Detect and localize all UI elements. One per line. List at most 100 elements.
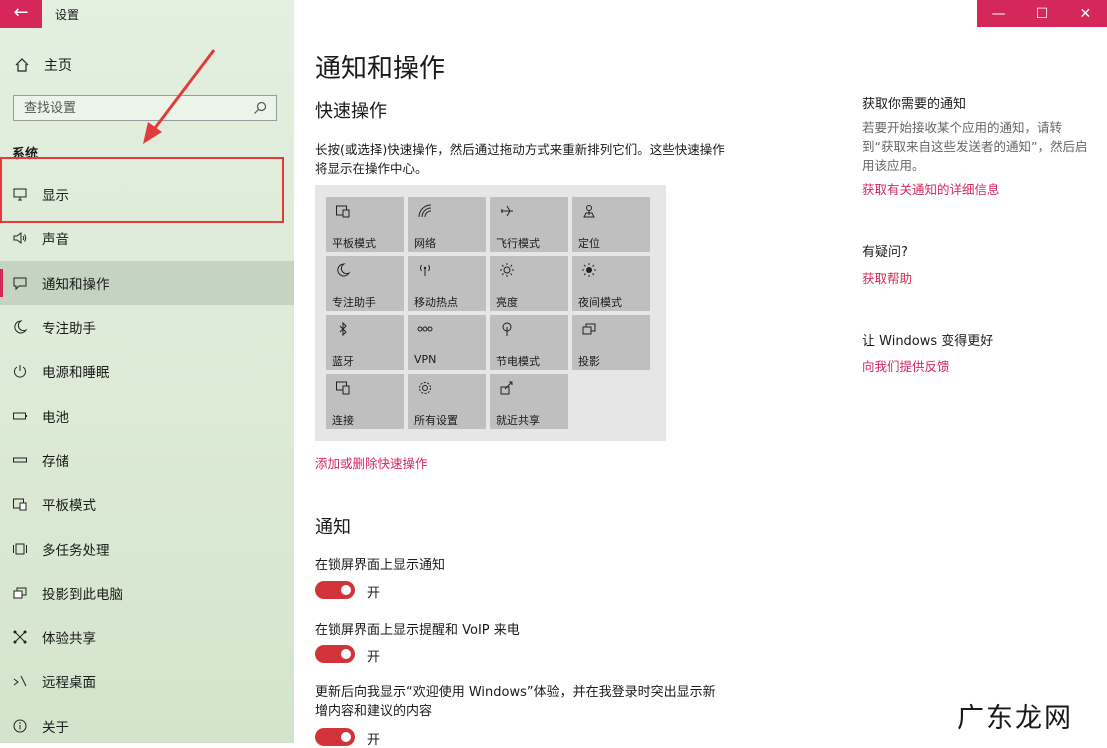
moon-icon <box>12 319 28 335</box>
tile-label: 移动热点 <box>414 296 458 309</box>
tile-label: 所有设置 <box>414 414 458 427</box>
gear-icon <box>419 382 431 394</box>
question-heading: 有疑问? <box>862 245 908 260</box>
lock-screen-notifications-toggle[interactable] <box>315 581 355 599</box>
quick-actions-description: 长按(或选择)快速操作，然后通过拖动方式来重新排列它们。这些快速操作将显示在操作… <box>315 142 725 176</box>
sidebar-item-label: 远程桌面 <box>42 675 96 692</box>
sidebar-item-label: 存储 <box>42 453 69 470</box>
sidebar-item-label: 电源和睡眠 <box>42 365 110 382</box>
sidebar-item-label: 通知和操作 <box>42 276 110 293</box>
hotspot-icon <box>420 264 430 276</box>
project-icon <box>582 323 596 335</box>
tile-label: 夜间模式 <box>578 296 622 309</box>
tablet-icon <box>12 496 28 512</box>
tile-network[interactable]: 网络 <box>408 197 486 252</box>
tile-label: VPN <box>414 353 437 366</box>
share-icon <box>12 629 28 645</box>
tile-project[interactable]: 投影 <box>572 315 650 370</box>
notifications-heading: 通知 <box>315 517 351 538</box>
bluetooth-icon <box>339 321 347 337</box>
tile-focus-assist[interactable]: 专注助手 <box>326 256 404 311</box>
tile-label: 亮度 <box>496 296 518 309</box>
toggle-label: 在锁屏界面上显示通知 <box>315 558 446 573</box>
improve-windows-heading: 让 Windows 变得更好 <box>862 334 994 349</box>
get-notifications-heading: 获取你需要的通知 <box>862 97 967 112</box>
multitask-icon <box>12 541 28 557</box>
sidebar-item-label: 关于 <box>42 719 69 736</box>
sidebar-item-project[interactable]: 投影到此电脑 <box>0 571 294 615</box>
tile-vpn[interactable]: VPN <box>408 315 486 370</box>
notification-icon <box>12 275 28 291</box>
notification-details-link[interactable]: 获取有关通知的详细信息 <box>862 179 1000 198</box>
quick-actions-heading: 快速操作 <box>315 101 387 122</box>
storage-icon <box>12 452 28 468</box>
tile-nearby-sharing[interactable]: 就近共享 <box>490 374 568 429</box>
info-icon <box>12 718 28 734</box>
connect-icon <box>336 381 350 395</box>
tile-label: 定位 <box>578 237 600 250</box>
tile-location[interactable]: 定位 <box>572 197 650 252</box>
get-help-link[interactable]: 获取帮助 <box>862 268 912 287</box>
sidebar-item-power[interactable]: 电源和睡眠 <box>0 349 294 393</box>
night-light-icon <box>582 263 596 277</box>
tile-airplane-mode[interactable]: 飞行模式 <box>490 197 568 252</box>
sidebar-item-battery[interactable]: 电池 <box>0 393 294 437</box>
tile-connect[interactable]: 连接 <box>326 374 404 429</box>
sidebar-item-focus-assist[interactable]: 专注助手 <box>0 305 294 349</box>
toggle-label: 更新后向我显示“欢迎使用 Windows”体验，并在我登录时突出显示新增内容和建… <box>315 685 716 719</box>
tile-brightness[interactable]: 亮度 <box>490 256 568 311</box>
tile-label: 节电模式 <box>496 355 540 368</box>
annotation-box <box>0 157 284 223</box>
battery-icon <box>12 408 28 424</box>
vpn-icon <box>417 326 433 332</box>
nearby-share-icon <box>500 381 513 395</box>
speaker-icon <box>12 230 28 246</box>
sidebar-item-shared-experiences[interactable]: 体验共享 <box>0 615 294 659</box>
sidebar-item-about[interactable]: 关于 <box>0 704 294 748</box>
sidebar-item-label: 电池 <box>42 409 69 426</box>
tile-label: 飞行模式 <box>496 237 540 250</box>
leaf-icon <box>502 322 512 336</box>
sidebar-item-multitasking[interactable]: 多任务处理 <box>0 526 294 570</box>
airplane-icon <box>501 205 513 217</box>
sidebar-item-label: 声音 <box>42 232 69 249</box>
lock-screen-voip-toggle[interactable] <box>315 645 355 663</box>
welcome-experience-toggle[interactable] <box>315 728 355 746</box>
tablet-icon <box>336 205 350 218</box>
watermark: 广东龙网 <box>957 703 1073 734</box>
toggle-state: 开 <box>367 733 381 748</box>
tile-label: 就近共享 <box>496 414 540 427</box>
sidebar-item-tablet-mode[interactable]: 平板模式 <box>0 482 294 526</box>
add-remove-quick-actions-link[interactable]: 添加或删除快速操作 <box>315 453 428 472</box>
sidebar-item-remote-desktop[interactable]: 远程桌面 <box>0 659 294 703</box>
tile-tablet-mode[interactable]: 平板模式 <box>326 197 404 252</box>
sidebar-item-label: 投影到此电脑 <box>42 586 123 603</box>
tile-label: 投影 <box>578 355 600 368</box>
sun-icon <box>500 263 514 277</box>
moon-icon <box>337 263 351 277</box>
quick-actions-panel: 平板模式 网络 飞行模式 定位 专注助手 移动热点 亮度 夜间模式 蓝牙 VPN… <box>315 185 666 441</box>
tile-label: 网络 <box>414 237 436 250</box>
annotation-arrow <box>143 49 216 144</box>
tile-all-settings[interactable]: 所有设置 <box>408 374 486 429</box>
tile-night-light[interactable]: 夜间模式 <box>572 256 650 311</box>
remote-icon <box>12 673 28 689</box>
toggle-state: 开 <box>367 650 381 665</box>
tile-mobile-hotspot[interactable]: 移动热点 <box>408 256 486 311</box>
sidebar-item-notifications[interactable]: 通知和操作 <box>0 260 294 305</box>
tile-label: 蓝牙 <box>332 355 354 368</box>
tile-bluetooth[interactable]: 蓝牙 <box>326 315 404 370</box>
network-icon <box>418 204 432 218</box>
location-icon <box>583 205 595 218</box>
tile-label: 连接 <box>332 414 354 427</box>
toggle-label: 在锁屏界面上显示提醒和 VoIP 来电 <box>315 623 520 638</box>
tile-battery-saver[interactable]: 节电模式 <box>490 315 568 370</box>
page-title: 通知和操作 <box>315 54 446 84</box>
main-content: 通知和操作 快速操作 长按(或选择)快速操作，然后通过拖动方式来重新排列它们。这… <box>294 0 1107 748</box>
feedback-link[interactable]: 向我们提供反馈 <box>862 356 950 375</box>
toggle-state: 开 <box>367 586 381 601</box>
sidebar-nav: 显示 声音 通知和操作 专注助手 电源和睡眠 电池 存储 平板模式 多任务处理 … <box>0 172 294 748</box>
get-notifications-text: 若要开始接收某个应用的通知，请转到“获取来自这些发送者的通知”，然后启用该应用。 <box>862 120 1088 173</box>
sidebar-item-storage[interactable]: 存储 <box>0 438 294 482</box>
sidebar-item-label: 平板模式 <box>42 498 96 515</box>
